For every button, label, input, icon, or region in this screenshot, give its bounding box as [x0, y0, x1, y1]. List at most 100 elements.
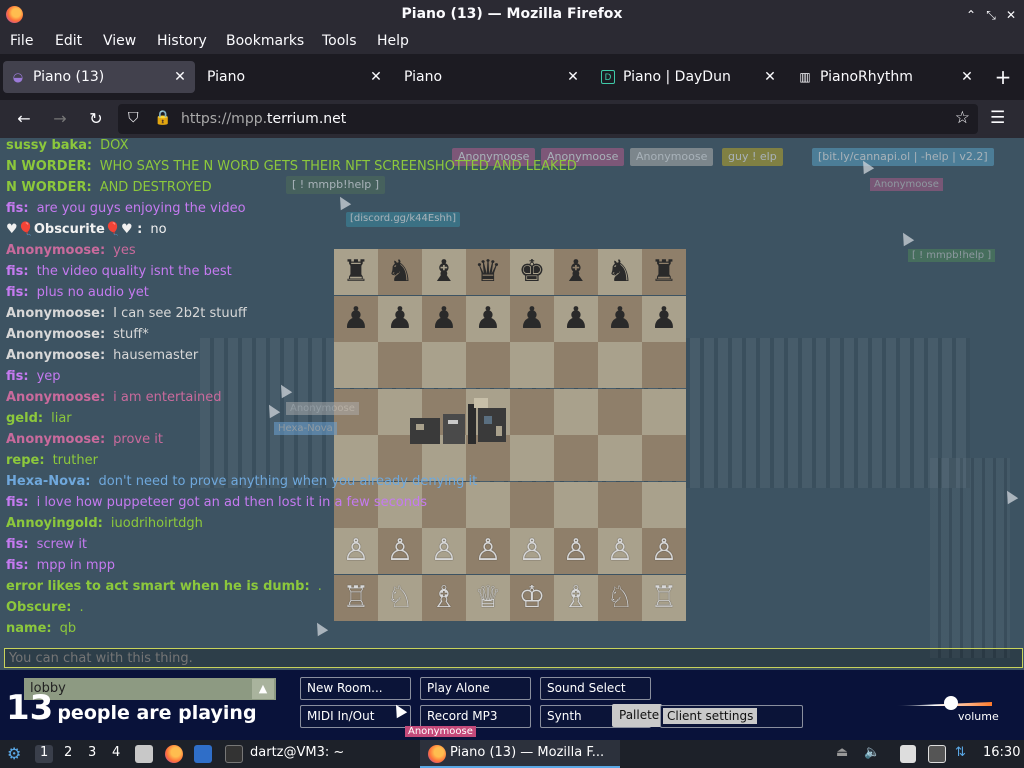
chat-message: error likes to act smart when he is dumb… [6, 579, 322, 600]
chat-username[interactable]: name: [6, 621, 52, 636]
chat-text: truther [52, 453, 98, 468]
tab-label: Piano | DayDun [623, 69, 731, 85]
chat-text: . [317, 579, 322, 594]
desktop-icon[interactable] [194, 745, 212, 763]
clipboard-icon[interactable] [900, 745, 916, 763]
menu-history[interactable]: History [157, 33, 207, 49]
file-manager-icon[interactable] [135, 745, 153, 763]
chat-username[interactable]: fis: [6, 201, 29, 216]
workspace-2[interactable]: 2 [64, 745, 72, 760]
tab-close-icon[interactable]: ✕ [367, 68, 385, 86]
play-alone-button[interactable]: Play Alone [420, 677, 531, 700]
tab-piano-3[interactable]: Piano ✕ [396, 61, 588, 93]
taskbar: ⚙ 1 2 3 4 dartz@VM3: ~ Piano (13) — Mozi… [0, 740, 1024, 768]
menu-tools[interactable]: Tools [322, 33, 357, 49]
tab-close-icon[interactable]: ✕ [761, 68, 779, 86]
tab-close-icon[interactable]: ✕ [171, 68, 189, 86]
tab-piano-13[interactable]: ◒ Piano (13) ✕ [3, 61, 195, 93]
chat-username[interactable]: fis: [6, 495, 29, 510]
chat-username[interactable]: fis: [6, 558, 29, 573]
record-mp3-button[interactable]: Record MP3 [420, 705, 531, 728]
menu-bookmarks[interactable]: Bookmarks [226, 33, 304, 49]
chat-message: Obscure:. [6, 600, 84, 621]
maximize-icon[interactable]: ⤡ [982, 6, 1000, 24]
chat-username[interactable]: Hexa-Nova: [6, 474, 91, 489]
forward-icon[interactable]: → [49, 108, 71, 130]
close-icon[interactable]: ✕ [1002, 6, 1020, 24]
back-icon[interactable]: ← [13, 108, 35, 130]
chat-log: sussy baka: DOX N WORDER: WHO SAYS THE N WO… [6, 138, 706, 648]
tab-label: PianoRhythm [820, 69, 913, 85]
taskbar-terminal[interactable]: dartz@VM3: ~ [250, 745, 344, 760]
menu-edit[interactable]: Edit [55, 33, 82, 49]
chat-username[interactable]: Anonymoose: [6, 348, 105, 363]
chat-username[interactable]: Anonymoose: [6, 243, 105, 258]
chat-text: mpp in mpp [36, 558, 116, 573]
chat-username[interactable]: Anonymoose: [6, 327, 105, 342]
chat-username[interactable]: geld: [6, 411, 43, 426]
chat-text: yes [113, 243, 136, 258]
chat-username[interactable]: sussy baka: [6, 138, 92, 153]
sound-select-button[interactable]: Sound Select [540, 677, 651, 700]
chat-message: name: qb [6, 621, 76, 642]
clock: 16:30 [983, 745, 1021, 760]
menu-help[interactable]: Help [377, 33, 409, 49]
workspace-3[interactable]: 3 [88, 745, 96, 760]
window-titlebar: Piano (13) — Mozilla Firefox ⌃ ⤡ ✕ [0, 0, 1024, 30]
menu-file[interactable]: File [10, 33, 33, 49]
tab-piano-2[interactable]: Piano ✕ [199, 61, 391, 93]
user-tag[interactable]: guy ! elp [722, 148, 783, 166]
user-cursor-icon [897, 229, 915, 247]
tracking-shield-icon[interactable]: ⛉ [128, 110, 139, 126]
tab-pianorhythm[interactable]: ▥ PianoRhythm ✕ [790, 61, 982, 93]
volume-slider[interactable] [896, 696, 996, 710]
chat-username[interactable]: N WORDER: [6, 180, 92, 195]
terminal-icon[interactable] [225, 745, 243, 763]
volume-knob[interactable] [944, 696, 958, 710]
start-menu-icon[interactable]: ⚙ [7, 744, 21, 763]
taskbar-firefox[interactable]: Piano (13) — Mozilla F... [450, 745, 604, 760]
piano-keys-background-right[interactable] [930, 458, 1010, 658]
tab-close-icon[interactable]: ✕ [958, 68, 976, 86]
new-room-button[interactable]: New Room... [300, 677, 411, 700]
chat-username[interactable]: ♥🎈Obscurite🎈♥ : [6, 222, 142, 237]
tab-close-icon[interactable]: ✕ [564, 68, 582, 86]
chat-username[interactable]: Anonymoose: [6, 432, 105, 447]
client-settings-button[interactable]: Client settings [660, 705, 803, 728]
chat-input[interactable] [4, 648, 1023, 668]
chat-username[interactable]: repe: [6, 453, 45, 468]
menu-view[interactable]: View [103, 33, 136, 49]
chat-username[interactable]: Anonymoose: [6, 306, 105, 321]
chat-username[interactable]: N WORDER: [6, 159, 92, 174]
chat-username[interactable]: Obscure: [6, 600, 71, 615]
workspace-4[interactable]: 4 [112, 745, 120, 760]
url-text[interactable]: https://mpp.terrium.net [181, 111, 346, 127]
piano-favicon-icon: ◒ [12, 70, 24, 84]
app-menu-icon[interactable]: ☰ [990, 108, 1005, 128]
chat-username[interactable]: fis: [6, 285, 29, 300]
pallete-button[interactable]: Pallete [612, 704, 662, 727]
display-icon[interactable] [928, 745, 946, 763]
lock-icon[interactable]: 🔒 [154, 110, 171, 126]
new-tab-icon[interactable]: + [992, 66, 1014, 88]
network-icon[interactable]: ⇅ [955, 745, 966, 760]
chat-username[interactable]: fis: [6, 537, 29, 552]
chat-username[interactable]: Annoyingold: [6, 516, 103, 531]
workspace-1[interactable]: 1 [40, 745, 48, 760]
speaker-icon[interactable]: 🔈 [864, 745, 880, 760]
chat-message: Anonymoose: stuff* [6, 327, 149, 348]
firefox-launcher-icon[interactable] [165, 745, 183, 763]
chat-username[interactable]: error likes to act smart when he is dumb… [6, 579, 310, 594]
chat-username[interactable]: fis: [6, 264, 29, 279]
reload-icon[interactable]: ↻ [85, 108, 107, 130]
chat-text: no [150, 222, 167, 237]
bookmark-star-icon[interactable]: ☆ [955, 108, 970, 128]
tab-piano-daydun[interactable]: D Piano | DayDun ✕ [593, 61, 785, 93]
chat-username[interactable]: Anonymoose: [6, 390, 105, 405]
eject-icon[interactable]: ⏏ [836, 745, 848, 760]
url-bar[interactable]: ⛉ 🔒 https://mpp.terrium.net ☆ [118, 104, 978, 134]
minimize-icon[interactable]: ⌃ [962, 6, 980, 24]
chat-username[interactable]: fis: [6, 369, 29, 384]
user-tag[interactable]: [bit.ly/cannapi.ol | -help | v2.2] [812, 148, 994, 166]
firefox-window-icon [428, 745, 446, 763]
